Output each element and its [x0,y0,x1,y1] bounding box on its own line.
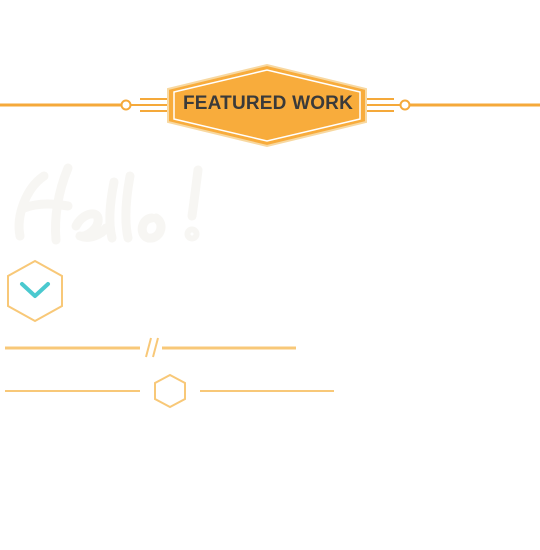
scroll-down-hexagon [7,259,63,323]
divider-double-slash [5,337,296,358]
divider-hexagon [5,373,334,409]
banner-node-left [120,99,132,111]
banner-title: FEATURED WORK [182,93,354,114]
hello-strokes [14,163,203,245]
hello-script-graphic [14,163,203,245]
banner-node-right [399,99,411,111]
hexagon-icon [154,373,186,409]
scroll-down-button[interactable] [6,259,64,323]
double-slash-icon [145,337,159,358]
